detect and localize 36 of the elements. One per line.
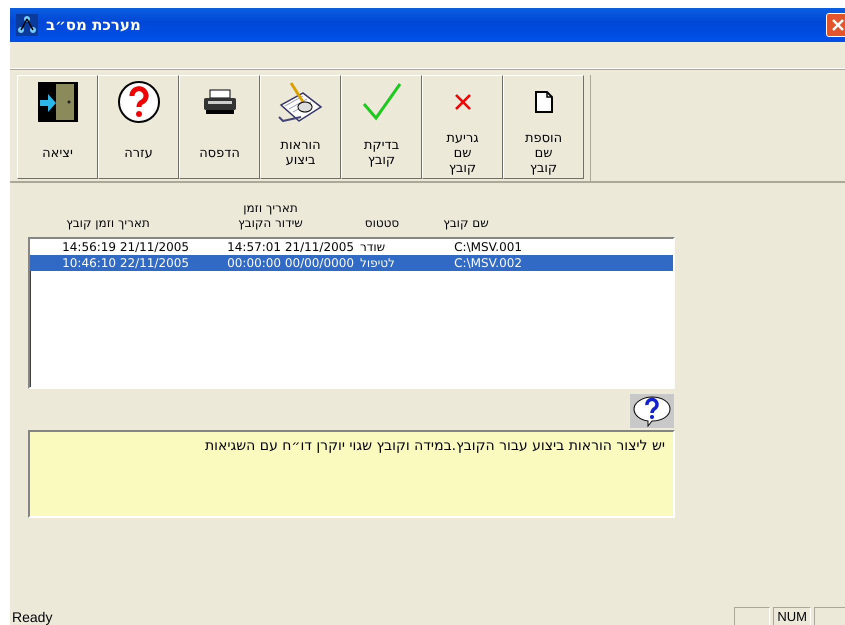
table-cell-text: 14:56:19 21/11/2005	[61, 240, 190, 254]
table-cell-text: C:\MSV.001	[453, 240, 523, 254]
notepad-pen-icon	[276, 81, 324, 123]
printer-icon	[202, 89, 238, 115]
toolbar-button[interactable]: הוראות ביצוע	[260, 75, 341, 179]
help-icon	[116, 80, 160, 124]
column-header: שם קובץ	[443, 216, 489, 231]
toolbar-button[interactable]: הוספת שם קובץ	[503, 75, 584, 179]
num-lock-indicator: NUM	[773, 607, 811, 625]
app-icon	[16, 14, 38, 36]
x-icon	[452, 92, 472, 112]
window-title: מערכת מס״ב	[46, 16, 141, 34]
status-pane	[734, 607, 770, 625]
document-icon	[534, 91, 552, 113]
help-button[interactable]	[630, 394, 674, 428]
status-text: Ready	[12, 609, 54, 625]
column-header: תאריך וזמן שידור הקובץ	[237, 201, 304, 231]
table-cell-text: 00:00:00 00/00/0000	[226, 256, 355, 270]
door-icon	[36, 80, 80, 124]
close-button[interactable]	[826, 13, 845, 37]
column-header: תאריך וזמן קובץ	[66, 216, 150, 231]
table-cell-text: 10:46:10 22/11/2005	[61, 256, 190, 270]
table-cell-text: שודר	[359, 240, 386, 254]
check-icon	[362, 82, 402, 122]
toolbar-button[interactable]: גריעת שם קובץ	[422, 75, 503, 179]
toolbar-button[interactable]: בדיקת קובץ	[341, 75, 422, 179]
toolbar-button[interactable]: הדפסה	[179, 75, 260, 179]
message-text: יש ליצור הוראות ביצוע עבור הקובץ.במידה וקובץ שגוי יוקרן דו״ח עם השגיאות	[28, 430, 675, 518]
table-cell-text: C:\MSV.002	[453, 256, 523, 270]
status-pane	[814, 607, 845, 625]
close-icon	[831, 18, 845, 32]
column-header: סטטוס	[364, 216, 400, 231]
table-cell-text: לטיפול	[359, 256, 396, 270]
toolbar-button[interactable]: עזרה	[98, 75, 179, 179]
toolbar-button[interactable]: יציאה	[17, 75, 98, 179]
table-cell-text: 14:57:01 21/11/2005	[226, 240, 355, 254]
